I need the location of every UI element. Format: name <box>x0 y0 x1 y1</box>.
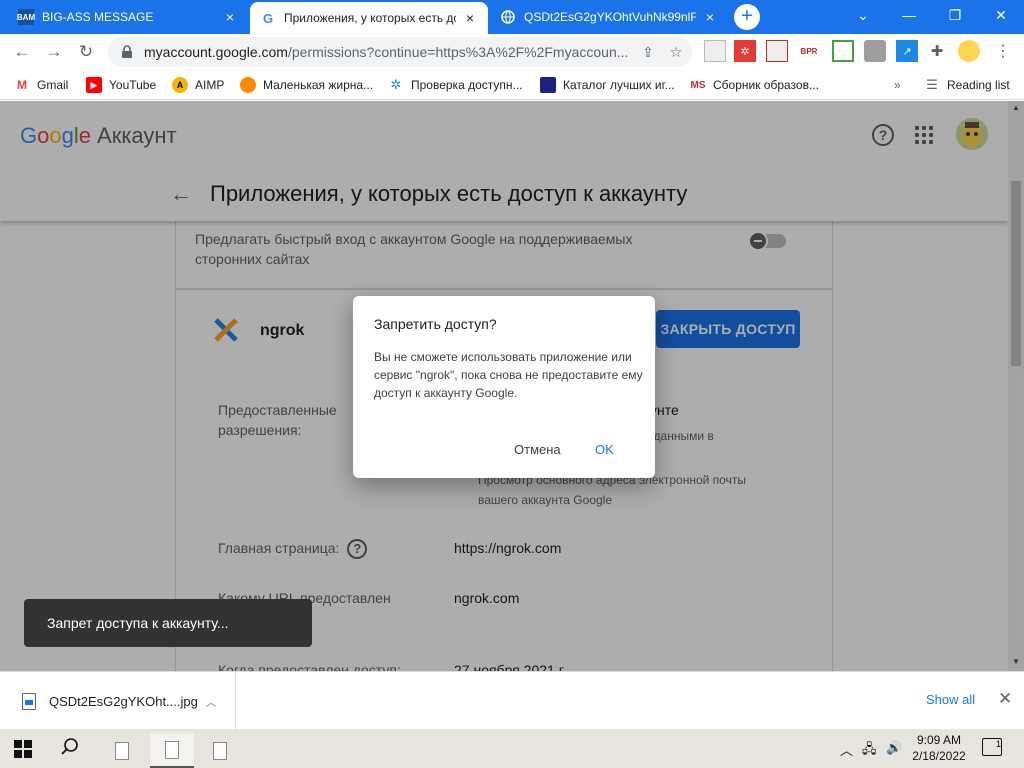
catalog-icon <box>540 77 556 93</box>
tab-title: QSDt2EsG2gYKOhtVuhNk99nlFe <box>524 10 696 24</box>
taskbar-app-2[interactable] <box>150 733 194 768</box>
window-close-icon[interactable]: ✕ <box>978 0 1024 30</box>
menu-kebab-icon[interactable]: ⋮ <box>992 40 1014 62</box>
search-icon[interactable] <box>60 737 82 759</box>
reading-list-icon: ☰ <box>926 77 938 92</box>
tab-image[interactable]: QSDt2EsG2gYKOhtVuhNk99nlFe × <box>490 0 728 34</box>
tab-strip: BAM BIG-ASS MESSAGE × G Приложения, у ко… <box>0 0 1024 34</box>
chevron-up-icon[interactable]: ︿ <box>201 694 221 709</box>
system-clock[interactable]: 9:09 AM 2/18/2022 <box>908 732 970 764</box>
extension-3-icon[interactable] <box>766 40 788 62</box>
reading-list[interactable]: ☰ Reading list <box>924 76 1010 94</box>
back-icon[interactable]: ← <box>8 38 36 66</box>
document-icon <box>213 741 227 760</box>
extension-2-icon[interactable]: ✲ <box>734 40 756 62</box>
share-icon[interactable]: ⇪ <box>636 40 660 64</box>
download-item[interactable]: QSDt2EsG2gYKOht....jpg ︿ <box>0 672 236 730</box>
forward-icon[interactable]: → <box>40 38 68 66</box>
gmail-icon: M <box>17 78 27 92</box>
tray-chevron-icon[interactable]: ︿ <box>840 740 853 759</box>
extension-1-icon[interactable] <box>704 40 726 62</box>
tab-big-ass-message[interactable]: BAM BIG-ASS MESSAGE × <box>8 0 248 34</box>
bookmark-collection[interactable]: MS Сборник образов... <box>690 76 819 94</box>
extension-5-icon[interactable] <box>832 40 854 62</box>
bookmarks-more[interactable]: » <box>894 76 901 94</box>
bookmarks-bar: M Gmail ▶ YouTube A AIMP Маленькая жирна...… <box>0 70 1024 100</box>
profile-avatar-icon[interactable] <box>958 40 980 62</box>
dialog-title: Запретить доступ? <box>374 316 497 332</box>
tab-title: BIG-ASS MESSAGE <box>42 10 154 24</box>
image-file-icon <box>22 692 36 710</box>
ms-icon: MS <box>690 79 706 91</box>
lock-icon <box>122 45 132 58</box>
bookmark-aimp[interactable]: A AIMP <box>172 76 224 94</box>
globe-icon <box>500 9 516 25</box>
taskbar-app-1[interactable] <box>100 733 144 768</box>
puzzle-extensions-icon[interactable]: ✚ <box>926 40 948 62</box>
restore-icon[interactable]: ❐ <box>932 0 978 30</box>
document-icon <box>115 741 129 760</box>
clock-time: 9:09 AM <box>916 733 962 747</box>
youtube-icon: ▶ <box>86 77 102 93</box>
notification-center-icon[interactable]: 1 <box>982 738 1002 756</box>
volume-icon[interactable]: 🔊 <box>886 740 902 756</box>
bookmark-fat[interactable]: Маленькая жирна... <box>240 76 373 94</box>
extension-6-icon[interactable] <box>864 40 886 62</box>
bookmark-star-icon[interactable]: ☆ <box>664 40 688 64</box>
tab-search-icon[interactable]: ⌄ <box>840 0 886 30</box>
bookmark-youtube[interactable]: ▶ YouTube <box>86 76 156 94</box>
tab-close-icon[interactable]: × <box>702 9 718 25</box>
reload-icon[interactable]: ↻ <box>72 38 100 66</box>
dialog-body: Вы не сможете использовать приложение ил… <box>374 350 643 400</box>
snackbar: Запрет доступа к аккаунту... <box>24 599 312 647</box>
tab-close-icon[interactable]: × <box>222 9 238 25</box>
show-all-link[interactable]: Show all <box>926 692 975 707</box>
ok-button[interactable]: OK <box>589 438 620 461</box>
extension-7-icon[interactable]: ↗ <box>896 40 918 62</box>
tab-permissions[interactable]: G Приложения, у которых есть до × <box>250 2 488 34</box>
address-bar[interactable]: myaccount.google.com/permissions?continu… <box>108 37 692 67</box>
screen: BAM BIG-ASS MESSAGE × G Приложения, у ко… <box>0 0 1024 768</box>
tab-title: Приложения, у которых есть до <box>284 11 456 25</box>
aimp-icon: A <box>172 77 188 93</box>
bookmark-catalog[interactable]: Каталог лучших иг... <box>540 76 675 94</box>
revoke-dialog: Запретить доступ? Вы не сможете использо… <box>353 296 655 478</box>
clock-date: 2/18/2022 <box>912 749 966 763</box>
extension-4-icon[interactable]: BPR <box>798 40 820 62</box>
windows-start-icon[interactable] <box>14 740 32 758</box>
bookmark-check[interactable]: ✲ Проверка доступн... <box>388 76 523 94</box>
network-icon[interactable]: 🖧 <box>862 740 877 762</box>
fire-icon <box>240 77 256 93</box>
new-tab-button[interactable]: + <box>734 4 760 30</box>
taskbar-app-3[interactable] <box>198 733 242 768</box>
download-filename: QSDt2EsG2gYKOht....jpg <box>49 693 198 709</box>
gear-icon: ✲ <box>390 77 402 92</box>
minimize-icon[interactable]: — <box>886 0 932 30</box>
windows-taskbar: ︿ 🖧 🔊 9:09 AM 2/18/2022 1 <box>0 729 1024 768</box>
browser-toolbar: ← → ↻ myaccount.google.com/permissions?c… <box>0 34 1024 70</box>
tab-close-icon[interactable]: × <box>462 10 478 26</box>
cancel-button[interactable]: Отмена <box>508 438 567 461</box>
url-text: myaccount.google.com/permissions?continu… <box>144 44 629 60</box>
bam-favicon-icon: BAM <box>17 9 35 25</box>
bookmark-gmail[interactable]: M Gmail <box>14 76 68 94</box>
download-shelf: QSDt2EsG2gYKOht....jpg ︿ Show all ✕ <box>0 671 1024 730</box>
document-icon <box>165 740 179 759</box>
google-favicon-icon: G <box>262 10 274 26</box>
close-shelf-icon[interactable]: ✕ <box>998 689 1012 709</box>
